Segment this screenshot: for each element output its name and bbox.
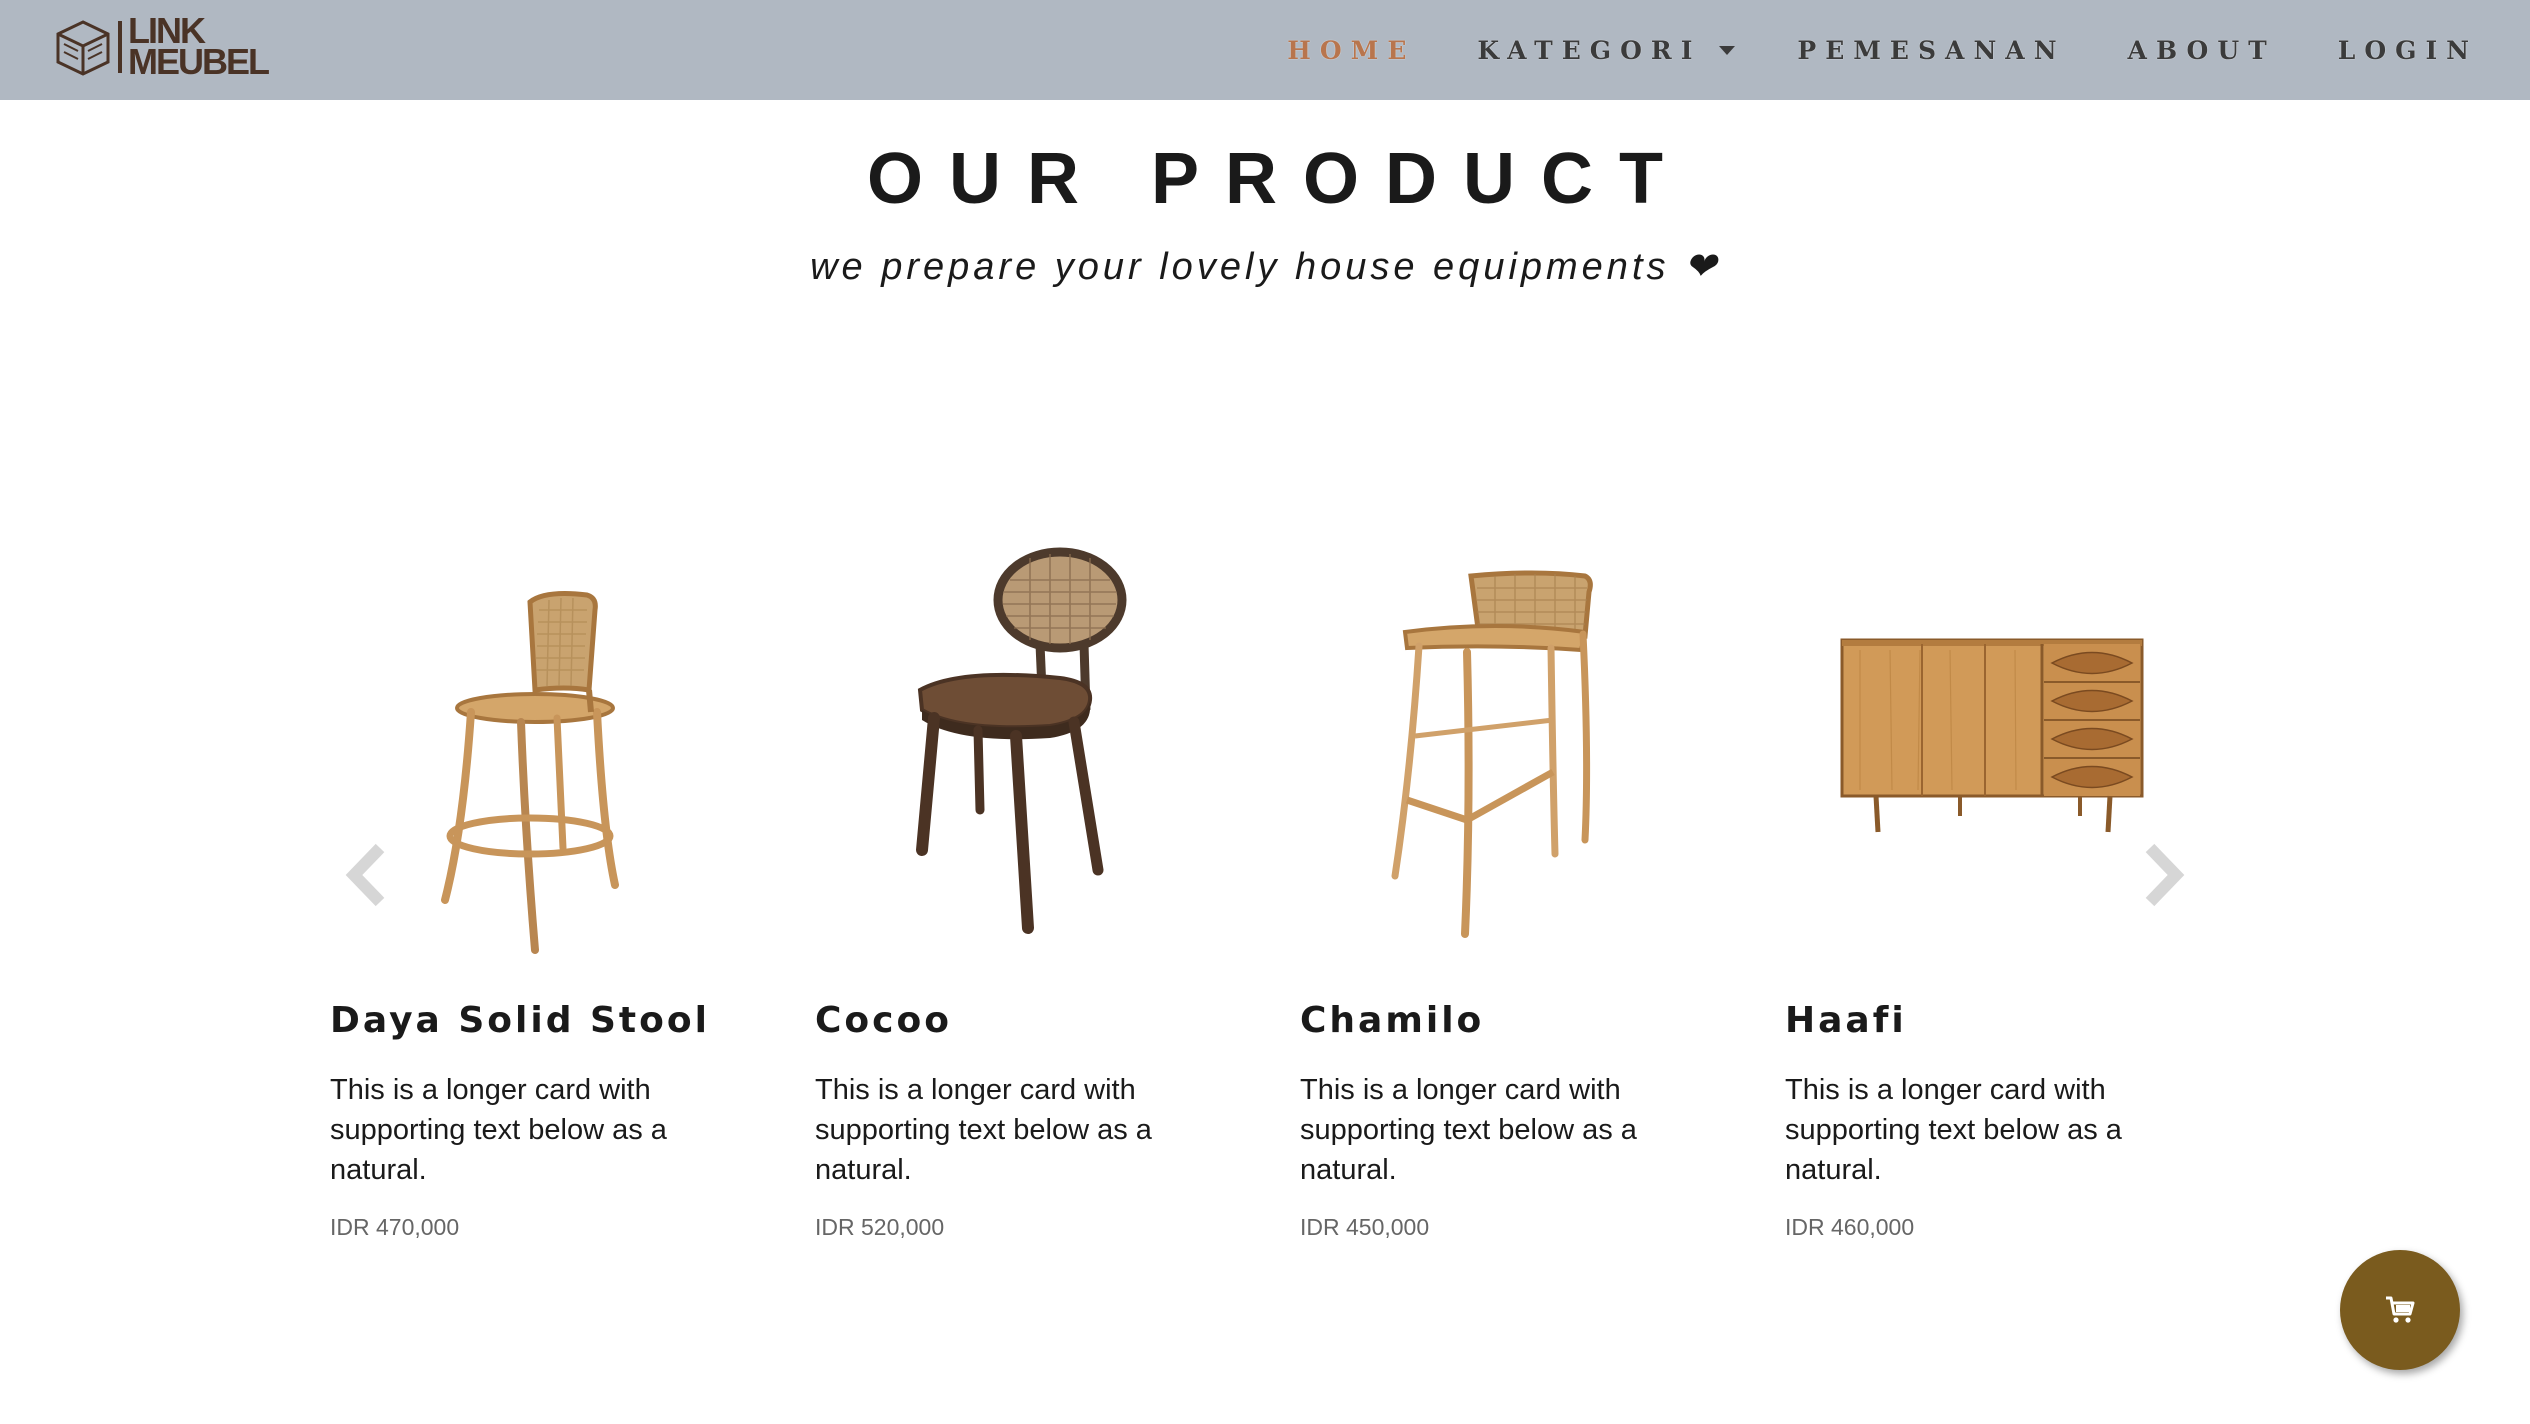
product-price: IDR 470,000 <box>330 1214 460 1240</box>
nav-home[interactable]: HOME <box>1287 36 1415 65</box>
main-nav: HOME KATEGORI PEMESANAN ABOUT LOGIN <box>1225 0 2478 100</box>
page-subtitle: we prepare your lovely house equipments … <box>810 246 1720 288</box>
nav-home-label: HOME <box>1287 35 1416 65</box>
cart-icon <box>2386 1296 2415 1323</box>
nav-about[interactable]: ABOUT <box>2128 36 2276 65</box>
product-image[interactable] <box>1780 540 2200 960</box>
carousel-prev-button[interactable] <box>342 840 392 910</box>
product-card[interactable]: Chamilo This is a longer card with suppo… <box>1295 540 1715 1260</box>
carousel-next-button[interactable] <box>2138 840 2188 910</box>
nav-pemesanan[interactable]: PEMESANAN <box>1797 36 2065 65</box>
brand-line-2: MEUBEL <box>128 41 270 82</box>
product-name: Daya Solid Stool <box>330 1000 710 1041</box>
sideboard-cabinet-image <box>1840 638 2144 833</box>
brand-name: LINK MEUBEL <box>128 13 270 82</box>
nav-kategori[interactable]: KATEGORI <box>1477 35 1736 65</box>
nav-login[interactable]: LOGIN <box>2338 36 2478 65</box>
product-image[interactable] <box>1295 540 1715 960</box>
dining-chair-dark-image <box>916 547 1127 934</box>
product-description: This is a longer card with supporting te… <box>330 1074 667 1186</box>
nav-kategori-label: KATEGORI <box>1477 35 1702 65</box>
product-price: IDR 450,000 <box>1300 1214 1430 1240</box>
nav-pemesanan-label: PEMESANAN <box>1797 35 2066 65</box>
product-carousel: Daya Solid Stool This is a longer card w… <box>320 540 2210 1260</box>
product-name: Chamilo <box>1300 1000 1485 1041</box>
logo-divider <box>118 21 122 73</box>
box-logo-icon <box>56 20 110 76</box>
product-description: This is a longer card with supporting te… <box>815 1074 1152 1186</box>
navbar: LINK MEUBEL HOME KATEGORI PEMESANAN ABOU… <box>0 0 2530 100</box>
cart-button[interactable] <box>2340 1250 2460 1370</box>
chevron-right-icon <box>2145 843 2185 907</box>
product-description: This is a longer card with supporting te… <box>1785 1074 2122 1186</box>
product-name: Cocoo <box>815 1000 952 1041</box>
nav-about-label: ABOUT <box>2127 35 2276 65</box>
caret-down-icon <box>1719 45 1736 55</box>
nav-login-label: LOGIN <box>2337 35 2478 65</box>
brand-logo[interactable]: LINK MEUBEL <box>52 13 270 82</box>
product-image[interactable] <box>810 540 1230 960</box>
page-title: OUR PRODUCT <box>867 139 1689 219</box>
chevron-left-icon <box>345 843 385 907</box>
product-card[interactable]: Haafi This is a longer card with support… <box>1780 540 2200 1260</box>
product-name: Haafi <box>1785 1000 1907 1041</box>
product-card[interactable]: Cocoo This is a longer card with support… <box>810 540 1230 1260</box>
product-description: This is a longer card with supporting te… <box>1300 1074 1637 1186</box>
bar-stool-tall-image <box>1391 570 1593 938</box>
product-price: IDR 520,000 <box>815 1214 945 1240</box>
product-price: IDR 460,000 <box>1785 1214 1915 1240</box>
